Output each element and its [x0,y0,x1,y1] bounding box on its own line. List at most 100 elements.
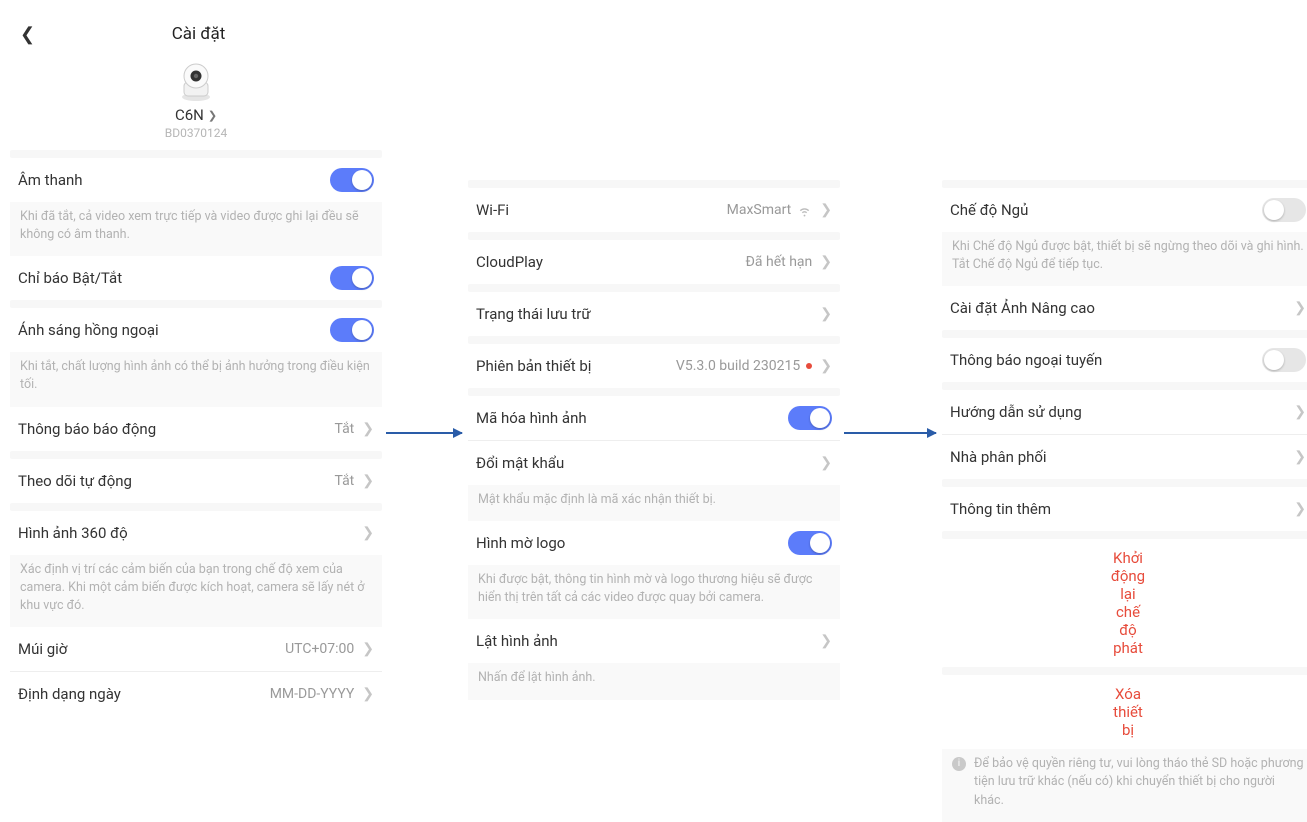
toggle-watermark[interactable] [788,531,832,555]
chevron-right-icon: ❯ [820,455,832,471]
row-label: Thông báo ngoại tuyến [950,351,1262,369]
row-desc-flip: Nhấn để lật hình ảnh. [468,663,840,699]
row-pano[interactable]: Hình ảnh 360 độ ❯ [10,511,382,555]
section-gap [942,382,1307,390]
row-encrypt[interactable]: Mã hóa hình ảnh [468,396,840,440]
delete-label: Xóa thiết bị [1113,685,1143,739]
section-gap [468,336,840,344]
device-name-row[interactable]: C6N ❯ [175,106,217,124]
row-wifi[interactable]: Wi-Fi MaxSmart ❯ [468,188,840,232]
row-desc-password: Mật khẩu mặc định là mã xác nhận thiết b… [468,485,840,521]
camera-icon [175,60,217,102]
row-watermark[interactable]: Hình mờ logo [468,521,840,565]
section-gap [10,503,382,511]
toggle-encrypt[interactable] [788,406,832,430]
chevron-right-icon: ❯ [1294,449,1306,465]
row-auto-track[interactable]: Theo dõi tự động Tắt ❯ [10,459,382,503]
chevron-right-icon: ❯ [208,109,217,122]
section-gap [10,150,382,158]
toggle-ir[interactable] [330,318,374,342]
row-change-password[interactable]: Đổi mật khẩu ❯ [468,441,840,485]
row-audio[interactable]: Âm thanh [10,158,382,202]
section-gap [10,300,382,308]
page-title: Cài đặt [15,24,382,44]
row-label: Âm thanh [18,171,330,189]
row-offline-notify[interactable]: Thông báo ngoại tuyến [942,338,1307,382]
row-label: Múi giờ [18,640,285,658]
chevron-right-icon: ❯ [820,202,832,218]
row-label: Định dạng ngày [18,685,270,703]
row-label: Lật hình ảnh [476,632,820,650]
row-label: CloudPlay [476,253,746,271]
row-restart[interactable]: Khởi động lại chế độ phát [942,539,1307,667]
toggle-offline[interactable] [1262,348,1306,372]
row-label: Đổi mật khẩu [476,454,820,472]
chevron-right-icon: ❯ [362,641,374,657]
device-serial: BD0370124 [10,126,382,140]
row-status-light[interactable]: Chỉ báo Bật/Tắt [10,256,382,300]
row-desc-delete: i Để bảo vệ quyền riêng tư, vui lòng thá… [942,749,1307,821]
row-label: Ánh sáng hồng ngoại [18,321,330,339]
row-distributor[interactable]: Nhà phân phối ❯ [942,435,1307,479]
toggle-status-light[interactable] [330,266,374,290]
section-gap [10,451,382,459]
restart-label: Khởi động lại chế độ phát [1111,549,1145,657]
row-manual[interactable]: Hướng dẫn sử dụng ❯ [942,390,1307,434]
chevron-right-icon: ❯ [362,421,374,437]
section-gap [942,531,1307,539]
row-desc-watermark: Khi được bật, thông tin hình mờ và logo … [468,565,840,619]
row-label: Thông báo báo động [18,420,334,438]
row-value: UTC+07:00 [285,641,354,657]
row-label: Hình ảnh 360 độ [18,524,362,542]
update-dot-icon [806,363,812,369]
row-desc-ir: Khi tắt, chất lượng hình ảnh có thể bị ả… [10,352,382,406]
row-label: Chỉ báo Bật/Tắt [18,269,330,287]
chevron-right-icon: ❯ [820,306,832,322]
settings-column-1: ❮ Cài đặt C6N ❯ BD0370124 Âm thanh Khi đ… [10,18,382,716]
section-gap [942,479,1307,487]
chevron-right-icon: ❯ [362,473,374,489]
row-alarm[interactable]: Thông báo báo động Tắt ❯ [10,407,382,451]
settings-column-2: Wi-Fi MaxSmart ❯ CloudPlay Đã hết hạn ❯ … [468,180,840,700]
chevron-right-icon: ❯ [1294,404,1306,420]
wifi-icon [797,203,812,218]
row-cloudplay[interactable]: CloudPlay Đã hết hạn ❯ [468,240,840,284]
toggle-sleep[interactable] [1262,198,1306,222]
header: ❮ Cài đặt [10,18,382,50]
row-value: Tắt [334,473,354,489]
row-label: Nhà phân phối [950,448,1294,466]
row-label: Thông tin thêm [950,500,1294,518]
row-value: MaxSmart [727,202,813,218]
row-label: Theo dõi tự động [18,472,334,490]
chevron-right-icon: ❯ [820,633,832,649]
section-gap [942,667,1307,675]
row-flip[interactable]: Lật hình ảnh ❯ [468,619,840,663]
row-sleep[interactable]: Chế độ Ngủ [942,188,1307,232]
row-firmware[interactable]: Phiên bản thiết bị V5.3.0 build 230215 ❯ [468,344,840,388]
chevron-right-icon: ❯ [820,358,832,374]
row-desc-sleep: Khi Chế độ Ngủ được bật, thiết bị sẽ ngừ… [942,232,1307,286]
section-gap [468,232,840,240]
row-advanced-image[interactable]: Cài đặt Ảnh Nâng cao ❯ [942,286,1307,330]
row-ir[interactable]: Ánh sáng hồng ngoại [10,308,382,352]
device-block[interactable]: C6N ❯ BD0370124 [10,60,382,150]
wifi-name: MaxSmart [727,202,792,218]
row-label: Wi-Fi [476,201,727,219]
chevron-right-icon: ❯ [362,686,374,702]
row-value: Đã hết hạn [746,254,813,270]
row-desc-pano: Xác định vị trí các cảm biến của bạn tro… [10,555,382,627]
row-label: Mã hóa hình ảnh [476,409,788,427]
info-icon: i [952,757,966,771]
row-storage[interactable]: Trạng thái lưu trữ ❯ [468,292,840,336]
row-date-format[interactable]: Định dạng ngày MM-DD-YYYY ❯ [10,672,382,716]
row-label: Hình mờ logo [476,534,788,552]
flow-arrow-2 [844,432,936,434]
row-delete-device[interactable]: Xóa thiết bị [942,675,1307,749]
section-gap [468,180,840,188]
row-label: Hướng dẫn sử dụng [950,403,1294,421]
section-gap [468,388,840,396]
row-more-info[interactable]: Thông tin thêm ❯ [942,487,1307,531]
toggle-audio[interactable] [330,168,374,192]
row-timezone[interactable]: Múi giờ UTC+07:00 ❯ [10,627,382,671]
row-label: Chế độ Ngủ [950,201,1262,219]
